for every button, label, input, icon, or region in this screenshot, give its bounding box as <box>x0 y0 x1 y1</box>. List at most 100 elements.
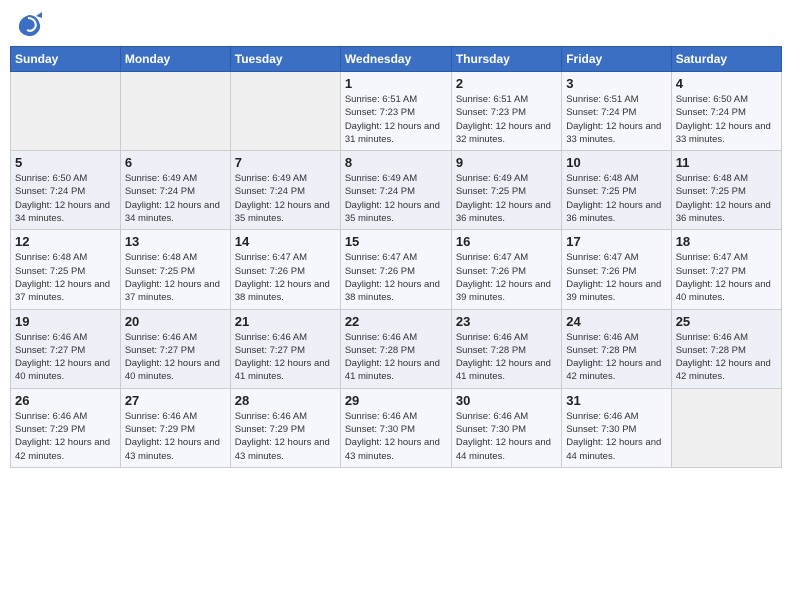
header-sunday: Sunday <box>11 47 121 72</box>
day-number: 18 <box>676 234 777 249</box>
calendar-cell: 12 Sunrise: 6:48 AMSunset: 7:25 PMDayligh… <box>11 230 121 309</box>
calendar-cell: 26 Sunrise: 6:46 AMSunset: 7:29 PMDayligh… <box>11 388 121 467</box>
calendar-table: SundayMondayTuesdayWednesdayThursdayFrid… <box>10 46 782 468</box>
calendar-cell: 4 Sunrise: 6:50 AMSunset: 7:24 PMDaylight… <box>671 72 781 151</box>
calendar-cell <box>11 72 121 151</box>
calendar-cell: 3 Sunrise: 6:51 AMSunset: 7:24 PMDaylight… <box>562 72 671 151</box>
day-info: Sunrise: 6:46 AMSunset: 7:27 PMDaylight:… <box>125 331 226 384</box>
day-number: 20 <box>125 314 226 329</box>
day-info: Sunrise: 6:46 AMSunset: 7:30 PMDaylight:… <box>566 410 666 463</box>
calendar-cell: 14 Sunrise: 6:47 AMSunset: 7:26 PMDayligh… <box>230 230 340 309</box>
day-info: Sunrise: 6:46 AMSunset: 7:28 PMDaylight:… <box>566 331 666 384</box>
day-info: Sunrise: 6:47 AMSunset: 7:26 PMDaylight:… <box>566 251 666 304</box>
day-info: Sunrise: 6:49 AMSunset: 7:24 PMDaylight:… <box>125 172 226 225</box>
day-info: Sunrise: 6:46 AMSunset: 7:30 PMDaylight:… <box>456 410 557 463</box>
day-info: Sunrise: 6:47 AMSunset: 7:26 PMDaylight:… <box>456 251 557 304</box>
day-number: 14 <box>235 234 336 249</box>
day-number: 1 <box>345 76 447 91</box>
day-info: Sunrise: 6:49 AMSunset: 7:24 PMDaylight:… <box>345 172 447 225</box>
day-number: 27 <box>125 393 226 408</box>
day-number: 30 <box>456 393 557 408</box>
day-number: 8 <box>345 155 447 170</box>
day-info: Sunrise: 6:46 AMSunset: 7:29 PMDaylight:… <box>125 410 226 463</box>
calendar-cell: 24 Sunrise: 6:46 AMSunset: 7:28 PMDayligh… <box>562 309 671 388</box>
day-number: 3 <box>566 76 666 91</box>
calendar-header: SundayMondayTuesdayWednesdayThursdayFrid… <box>11 47 782 72</box>
header-row: SundayMondayTuesdayWednesdayThursdayFrid… <box>11 47 782 72</box>
day-info: Sunrise: 6:47 AMSunset: 7:26 PMDaylight:… <box>235 251 336 304</box>
day-number: 2 <box>456 76 557 91</box>
day-number: 4 <box>676 76 777 91</box>
logo <box>14 10 48 40</box>
week-row-4: 26 Sunrise: 6:46 AMSunset: 7:29 PMDayligh… <box>11 388 782 467</box>
calendar-cell: 2Sunrise: 6:51 AMSunset: 7:23 PMDaylight… <box>451 72 561 151</box>
day-number: 12 <box>15 234 116 249</box>
week-row-1: 5 Sunrise: 6:50 AMSunset: 7:24 PMDaylight… <box>11 151 782 230</box>
week-row-0: 1 Sunrise: 6:51 AMSunset: 7:23 PMDaylight… <box>11 72 782 151</box>
day-info: Sunrise: 6:51 AMSunset: 7:24 PMDaylight:… <box>566 93 666 146</box>
day-number: 7 <box>235 155 336 170</box>
calendar-cell: 11 Sunrise: 6:48 AMSunset: 7:25 PMDayligh… <box>671 151 781 230</box>
header-saturday: Saturday <box>671 47 781 72</box>
calendar-cell: 15 Sunrise: 6:47 AMSunset: 7:26 PMDayligh… <box>340 230 451 309</box>
calendar-cell: 1 Sunrise: 6:51 AMSunset: 7:23 PMDaylight… <box>340 72 451 151</box>
day-number: 26 <box>15 393 116 408</box>
day-number: 23 <box>456 314 557 329</box>
day-number: 10 <box>566 155 666 170</box>
header-monday: Monday <box>120 47 230 72</box>
day-number: 19 <box>15 314 116 329</box>
calendar-cell: 13Sunrise: 6:48 AMSunset: 7:25 PMDayligh… <box>120 230 230 309</box>
calendar-cell <box>230 72 340 151</box>
day-number: 5 <box>15 155 116 170</box>
day-number: 6 <box>125 155 226 170</box>
header-wednesday: Wednesday <box>340 47 451 72</box>
calendar-cell: 29Sunrise: 6:46 AMSunset: 7:30 PMDayligh… <box>340 388 451 467</box>
calendar-cell: 18 Sunrise: 6:47 AMSunset: 7:27 PMDayligh… <box>671 230 781 309</box>
day-number: 15 <box>345 234 447 249</box>
header-thursday: Thursday <box>451 47 561 72</box>
day-info: Sunrise: 6:49 AMSunset: 7:25 PMDaylight:… <box>456 172 557 225</box>
calendar-cell: 8 Sunrise: 6:49 AMSunset: 7:24 PMDaylight… <box>340 151 451 230</box>
week-row-3: 19 Sunrise: 6:46 AMSunset: 7:27 PMDayligh… <box>11 309 782 388</box>
day-info: Sunrise: 6:50 AMSunset: 7:24 PMDaylight:… <box>676 93 777 146</box>
calendar-cell: 23 Sunrise: 6:46 AMSunset: 7:28 PMDayligh… <box>451 309 561 388</box>
calendar-cell: 22Sunrise: 6:46 AMSunset: 7:28 PMDayligh… <box>340 309 451 388</box>
day-number: 22 <box>345 314 447 329</box>
calendar-cell <box>120 72 230 151</box>
calendar-body: 1 Sunrise: 6:51 AMSunset: 7:23 PMDaylight… <box>11 72 782 468</box>
day-number: 13 <box>125 234 226 249</box>
day-info: Sunrise: 6:48 AMSunset: 7:25 PMDaylight:… <box>676 172 777 225</box>
header-friday: Friday <box>562 47 671 72</box>
day-info: Sunrise: 6:49 AMSunset: 7:24 PMDaylight:… <box>235 172 336 225</box>
day-number: 29 <box>345 393 447 408</box>
day-info: Sunrise: 6:48 AMSunset: 7:25 PMDaylight:… <box>15 251 116 304</box>
calendar-cell: 30 Sunrise: 6:46 AMSunset: 7:30 PMDayligh… <box>451 388 561 467</box>
day-info: Sunrise: 6:47 AMSunset: 7:27 PMDaylight:… <box>676 251 777 304</box>
day-info: Sunrise: 6:51 AMSunset: 7:23 PMDaylight:… <box>345 93 447 146</box>
day-number: 9 <box>456 155 557 170</box>
day-number: 28 <box>235 393 336 408</box>
day-info: Sunrise: 6:50 AMSunset: 7:24 PMDaylight:… <box>15 172 116 225</box>
calendar-cell <box>671 388 781 467</box>
day-info: Sunrise: 6:46 AMSunset: 7:27 PMDaylight:… <box>235 331 336 384</box>
calendar-cell: 7 Sunrise: 6:49 AMSunset: 7:24 PMDaylight… <box>230 151 340 230</box>
header-tuesday: Tuesday <box>230 47 340 72</box>
calendar-cell: 31Sunrise: 6:46 AMSunset: 7:30 PMDayligh… <box>562 388 671 467</box>
calendar-cell: 10 Sunrise: 6:48 AMSunset: 7:25 PMDayligh… <box>562 151 671 230</box>
calendar-cell: 20 Sunrise: 6:46 AMSunset: 7:27 PMDayligh… <box>120 309 230 388</box>
calendar-cell: 5 Sunrise: 6:50 AMSunset: 7:24 PMDaylight… <box>11 151 121 230</box>
calendar-cell: 28Sunrise: 6:46 AMSunset: 7:29 PMDayligh… <box>230 388 340 467</box>
day-info: Sunrise: 6:46 AMSunset: 7:28 PMDaylight:… <box>456 331 557 384</box>
day-number: 17 <box>566 234 666 249</box>
day-number: 11 <box>676 155 777 170</box>
day-info: Sunrise: 6:47 AMSunset: 7:26 PMDaylight:… <box>345 251 447 304</box>
day-info: Sunrise: 6:46 AMSunset: 7:29 PMDaylight:… <box>15 410 116 463</box>
day-number: 16 <box>456 234 557 249</box>
calendar-cell: 6 Sunrise: 6:49 AMSunset: 7:24 PMDaylight… <box>120 151 230 230</box>
day-number: 21 <box>235 314 336 329</box>
day-info: Sunrise: 6:48 AMSunset: 7:25 PMDaylight:… <box>566 172 666 225</box>
calendar-cell: 27 Sunrise: 6:46 AMSunset: 7:29 PMDayligh… <box>120 388 230 467</box>
calendar-cell: 17 Sunrise: 6:47 AMSunset: 7:26 PMDayligh… <box>562 230 671 309</box>
day-number: 24 <box>566 314 666 329</box>
calendar-cell: 21 Sunrise: 6:46 AMSunset: 7:27 PMDayligh… <box>230 309 340 388</box>
